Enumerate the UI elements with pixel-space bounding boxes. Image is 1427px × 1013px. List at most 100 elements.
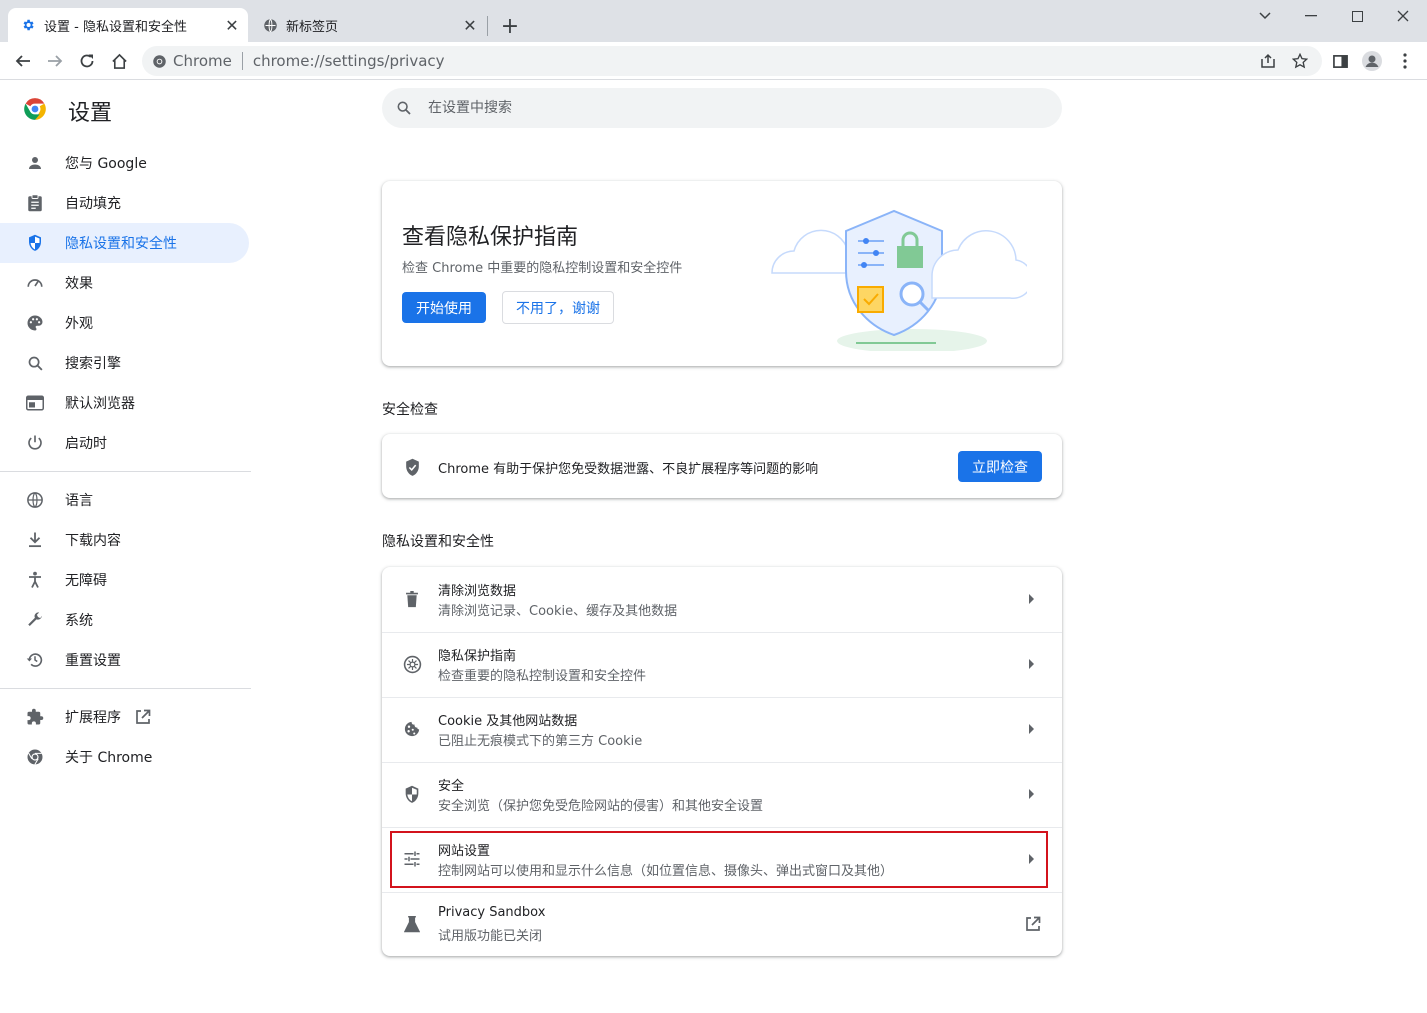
chevron-right-icon xyxy=(1026,722,1038,736)
sidebar-item-extensions[interactable]: 扩展程序 xyxy=(0,697,249,737)
sidebar-item-accessibility[interactable]: 无障碍 xyxy=(0,560,249,600)
sidebar-item-label: 系统 xyxy=(65,613,93,629)
row-divider xyxy=(382,697,1062,698)
highlight-box xyxy=(390,831,1048,888)
row-subtitle: 检查重要的隐私控制设置和安全控件 xyxy=(438,669,647,684)
shield-check-icon xyxy=(402,457,422,477)
row-title: Privacy Sandbox xyxy=(438,905,546,920)
tab-search-icon[interactable] xyxy=(1242,0,1288,32)
sidebar-item-system[interactable]: 系统 xyxy=(0,600,249,640)
sidebar-item-label: 重置设置 xyxy=(65,653,121,669)
sidebar-item-label: 扩展程序 xyxy=(65,710,121,726)
row-privacy-guide[interactable]: 隐私保护指南 检查重要的隐私控制设置和安全控件 xyxy=(382,632,1062,697)
globe-icon xyxy=(25,490,45,510)
tab-title: 设置 - 隐私设置和安全性 xyxy=(44,19,187,35)
chrome-icon xyxy=(152,54,167,69)
row-divider xyxy=(382,892,1062,893)
row-title: 清除浏览数据 xyxy=(438,584,517,599)
sidebar-item-label: 语言 xyxy=(65,493,93,509)
sidebar-item-privacy-and-security[interactable]: 隐私设置和安全性 xyxy=(0,223,249,263)
sidebar-item-label: 搜索引擎 xyxy=(65,356,121,372)
new-tab-button[interactable]: + xyxy=(498,14,522,39)
speedometer-icon xyxy=(25,273,45,293)
close-icon[interactable]: ✕ xyxy=(222,15,242,35)
menu-icon[interactable] xyxy=(1392,48,1418,74)
reload-button[interactable] xyxy=(74,48,100,74)
row-security[interactable]: 安全 安全浏览（保护您免受危险网站的侵害）和其他安全设置 xyxy=(382,762,1062,827)
check-now-button[interactable]: 立即检查 xyxy=(958,451,1042,482)
row-clear-browsing-data[interactable]: 清除浏览数据 清除浏览记录、Cookie、缓存及其他数据 xyxy=(382,567,1062,632)
power-icon xyxy=(25,433,45,453)
sidebar-item-appearance[interactable]: 外观 xyxy=(0,303,249,343)
sidebar-item-label: 您与 Google xyxy=(65,156,147,172)
sidebar-item-search-engine[interactable]: 搜索引擎 xyxy=(0,343,249,383)
url-text[interactable]: chrome://settings/privacy xyxy=(253,52,445,70)
omnibox-chip: Chrome xyxy=(173,52,232,70)
minimize-button[interactable] xyxy=(1288,0,1334,32)
side-panel-icon[interactable] xyxy=(1327,48,1353,74)
search-icon xyxy=(396,100,412,116)
sidebar-item-label: 默认浏览器 xyxy=(65,396,135,412)
sidebar-item-downloads[interactable]: 下载内容 xyxy=(0,520,249,560)
tab-settings[interactable]: 设置 - 隐私设置和安全性 ✕ xyxy=(8,8,248,42)
maximize-button[interactable] xyxy=(1334,0,1380,32)
sidebar-item-default-browser[interactable]: 默认浏览器 xyxy=(0,383,249,423)
sidebar-item-reset-settings[interactable]: 重置设置 xyxy=(0,640,249,680)
no-thanks-button[interactable]: 不用了，谢谢 xyxy=(502,291,614,324)
row-privacy-sandbox[interactable]: Privacy Sandbox 试用版功能已关闭 xyxy=(382,892,1062,956)
address-bar[interactable]: Chrome chrome://settings/privacy xyxy=(142,46,1322,76)
card-subtitle: 检查 Chrome 中重要的隐私控制设置和安全控件 xyxy=(402,261,683,276)
globe-icon xyxy=(262,17,278,33)
chevron-right-icon xyxy=(1026,787,1038,801)
sidebar-item-label: 效果 xyxy=(65,276,93,292)
sidebar-item-languages[interactable]: 语言 xyxy=(0,480,249,520)
close-window-button[interactable] xyxy=(1380,0,1426,32)
close-icon[interactable]: ✕ xyxy=(460,15,480,35)
sidebar-item-autofill[interactable]: 自动填充 xyxy=(0,183,249,223)
profile-avatar[interactable] xyxy=(1359,48,1385,74)
sidebar-item-label: 无障碍 xyxy=(65,573,107,589)
sidebar-divider xyxy=(0,471,251,472)
home-button[interactable] xyxy=(106,48,132,74)
safety-check-text: Chrome 有助于保护您免受数据泄露、不良扩展程序等问题的影响 xyxy=(438,462,819,477)
sidebar-item-performance[interactable]: 效果 xyxy=(0,263,249,303)
share-icon[interactable] xyxy=(1255,48,1281,74)
chrome-logo xyxy=(22,96,48,122)
puzzle-icon xyxy=(25,707,45,727)
tab-title: 新标签页 xyxy=(286,19,339,35)
row-subtitle: 试用版功能已关闭 xyxy=(438,929,543,944)
start-button[interactable]: 开始使用 xyxy=(402,292,486,323)
omnibox-divider xyxy=(241,52,243,70)
sidebar-item-label: 启动时 xyxy=(65,436,107,452)
cookie-icon xyxy=(402,719,422,739)
sidebar-item-you-and-google[interactable]: 您与 Google xyxy=(0,143,249,183)
chevron-right-icon xyxy=(1026,592,1038,606)
safety-check-card: Chrome 有助于保护您免受数据泄露、不良扩展程序等问题的影响 立即检查 xyxy=(382,434,1062,498)
row-divider xyxy=(382,762,1062,763)
tab-new-tab[interactable]: 新标签页 ✕ xyxy=(250,8,486,42)
row-title: 安全 xyxy=(438,779,465,794)
privacy-section-title: 隐私设置和安全性 xyxy=(382,534,494,550)
download-icon xyxy=(25,530,45,550)
shield-icon xyxy=(402,784,422,804)
sidebar-item-label: 隐私设置和安全性 xyxy=(65,236,177,252)
palette-icon xyxy=(25,313,45,333)
row-title: 隐私保护指南 xyxy=(438,649,517,664)
back-button[interactable] xyxy=(10,48,36,74)
row-title: Cookie 及其他网站数据 xyxy=(438,714,578,729)
row-cookies[interactable]: Cookie 及其他网站数据 已阻止无痕模式下的第三方 Cookie xyxy=(382,697,1062,762)
sidebar-divider xyxy=(0,688,251,689)
settings-search[interactable] xyxy=(382,88,1062,128)
clipboard-icon xyxy=(25,193,45,213)
person-icon xyxy=(25,153,45,173)
search-input[interactable] xyxy=(426,99,1030,117)
chrome-icon xyxy=(25,747,45,767)
privacy-illustration xyxy=(771,209,1027,351)
shield-icon xyxy=(25,233,45,253)
forward-button[interactable] xyxy=(42,48,68,74)
history-icon xyxy=(25,650,45,670)
compass-icon xyxy=(402,654,422,674)
bookmark-star-icon[interactable] xyxy=(1287,48,1313,74)
sidebar-item-on-startup[interactable]: 启动时 xyxy=(0,423,249,463)
sidebar-item-about-chrome[interactable]: 关于 Chrome xyxy=(0,737,249,777)
